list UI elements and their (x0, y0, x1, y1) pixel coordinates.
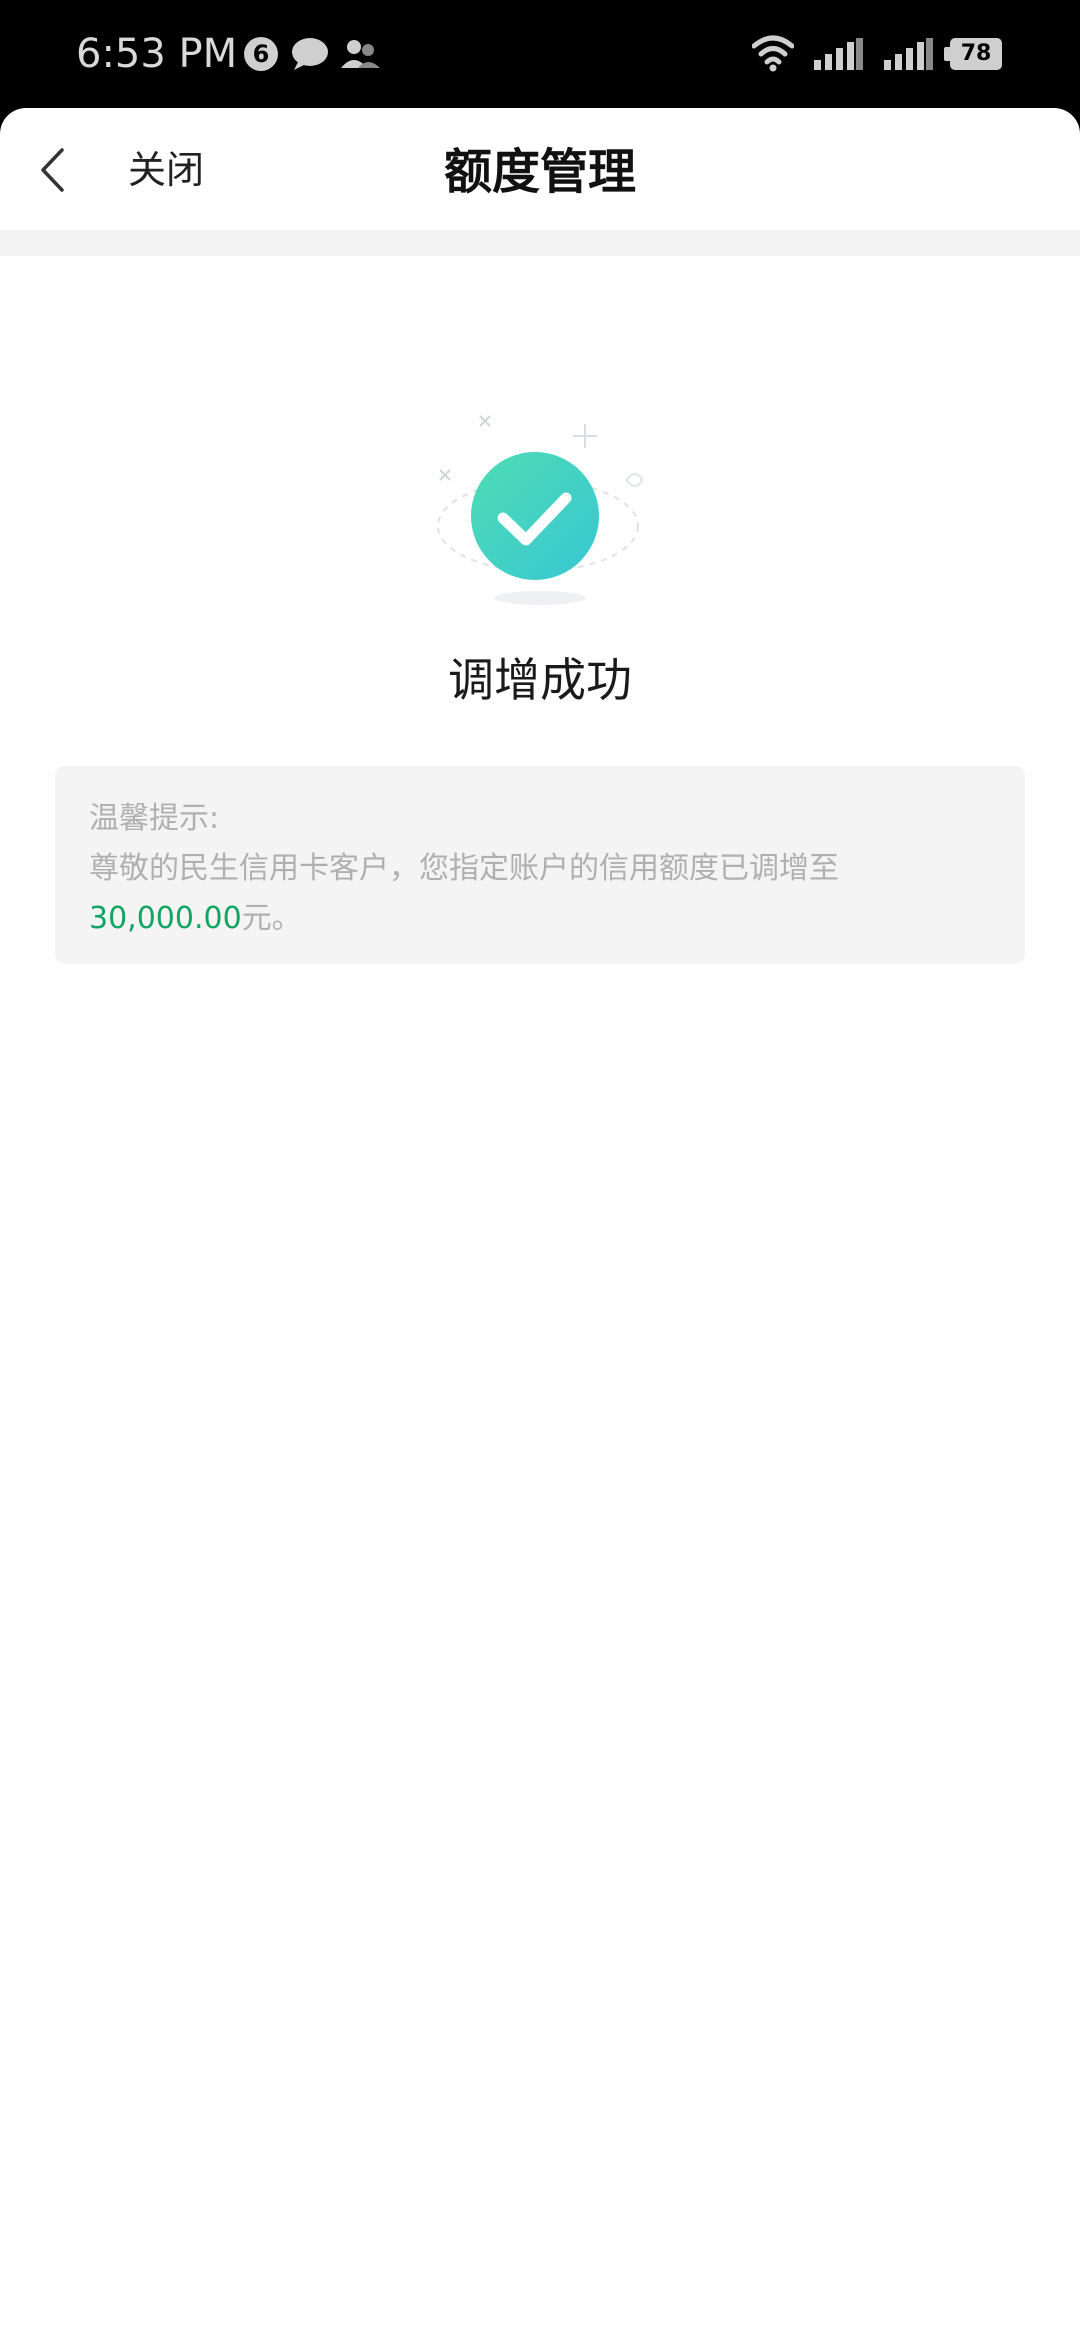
signal-2-icon (884, 38, 933, 70)
tip-box: 温馨提示: 尊敬的民生信用卡客户，您指定账户的信用额度已调增至 30,000.00… (55, 766, 1025, 964)
tip-heading: 温馨提示: (89, 801, 220, 836)
notification-count-badge: 6 (244, 37, 278, 71)
signal-icon (814, 38, 863, 70)
success-check-icon (437, 415, 644, 605)
contacts-icon (341, 40, 380, 68)
tip-text-before: 尊敬的民生信用卡客户，您指定账户的信用额度已调增至 (89, 851, 839, 886)
nav-divider (0, 230, 1080, 256)
page-title: 额度管理 (443, 144, 636, 200)
status-bar: 6:53 PM 6 78 (0, 0, 1080, 108)
sheet: 关闭 额度管理 调增成功 温馨提示: 尊敬的民生信用卡客户，您指定账户的信用额度… (0, 108, 1080, 2340)
nav-bar: 关闭 额度管理 (0, 108, 1080, 230)
battery-icon: 78 (944, 38, 1002, 70)
tip-amount: 30,000.00 (89, 901, 242, 936)
chat-bubble-icon (292, 38, 328, 70)
tip-message: 尊敬的民生信用卡客户，您指定账户的信用额度已调增至 30,000.00元。 (89, 844, 991, 944)
result-title: 调增成功 (448, 653, 632, 707)
status-time: 6:53 PM (76, 31, 238, 77)
tip-text-after: 元。 (241, 901, 302, 936)
wifi-icon (752, 35, 794, 72)
